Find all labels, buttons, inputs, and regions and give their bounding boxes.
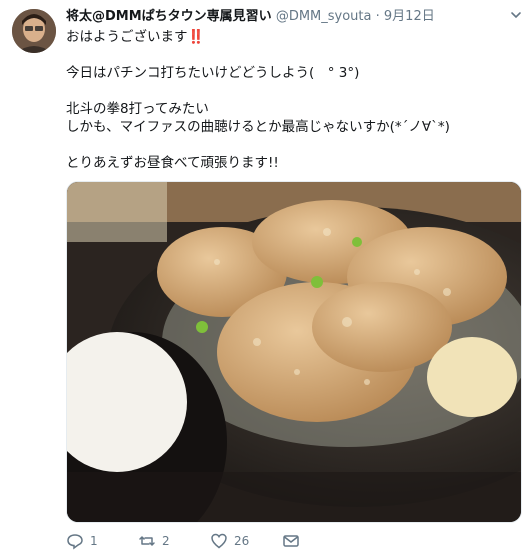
tweet-line: 今日はパチンコ打ちたいけどどうしよう( ° 3°) [66, 65, 360, 81]
tweet-header: 将太@DMMぱちタウン専属見習い @DMM_syouta · 9月12日 [66, 8, 435, 26]
like-count: 26 [234, 534, 250, 548]
avatar-image [12, 9, 56, 53]
user-handle[interactable]: @DMM_syouta [276, 9, 372, 24]
chevron-down-icon[interactable] [509, 8, 523, 22]
tweet-line-gap [66, 136, 450, 154]
retweet-count: 2 [162, 534, 170, 548]
tweet-photo[interactable] [66, 181, 522, 523]
tweet-text: おはようございます‼️ 今日はパチンコ打ちたいけどどうしよう( ° 3°) 北斗… [66, 28, 450, 172]
tweet-line: 北斗の拳8打ってみたい [66, 101, 209, 117]
reply-button[interactable]: 1 [66, 530, 98, 552]
tweet-line: しかも、マイファスの曲聴けるとか最高じゃないすか(*´ノ∀`*) [66, 119, 450, 135]
like-button[interactable]: 26 [210, 530, 249, 552]
tweet-line: とりあえずお昼食べて頑張ります!! [66, 155, 279, 171]
tweet-date[interactable]: 9月12日 [384, 9, 435, 24]
separator: · [375, 9, 380, 24]
food-photo [67, 182, 521, 522]
reply-count: 1 [90, 534, 98, 548]
avatar[interactable] [12, 9, 56, 53]
display-name[interactable]: 将太@DMMぱちタウン専属見習い [66, 9, 272, 24]
tweet-actions: 1 2 26 [66, 530, 526, 552]
retweet-button[interactable]: 2 [138, 530, 170, 552]
tweet-line-gap [66, 82, 450, 100]
reply-icon [67, 534, 83, 550]
tweet-card[interactable]: 将太@DMMぱちタウン専属見習い @DMM_syouta · 9月12日 おはよ… [0, 0, 531, 558]
envelope-icon [283, 535, 299, 547]
tweet-line: おはようございます‼️ [66, 29, 205, 45]
tweet-line-gap [66, 46, 450, 64]
dm-button[interactable] [282, 530, 300, 552]
retweet-icon [139, 536, 155, 546]
heart-icon [211, 533, 227, 549]
